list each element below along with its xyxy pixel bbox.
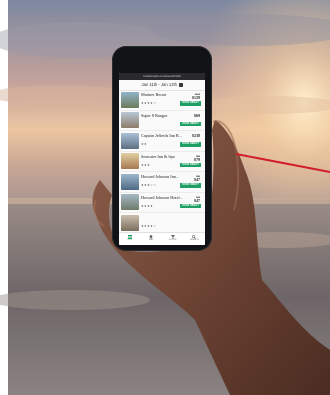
hotel-name: Seawater Inn & Spa (141, 153, 175, 159)
hotel-price: $99 $79 (194, 154, 200, 162)
tab-filter[interactable]: FILTER (162, 233, 184, 245)
hotel-price: $155 $129 (192, 93, 200, 100)
list-item[interactable]: ★★★★☆ (119, 213, 205, 234)
hotel-name: Howard Johnson Inn... (141, 174, 180, 179)
hotel-price: $56 $47 (194, 195, 200, 203)
smartphone: hoteltonight.com/search/bali Jan 11th - … (112, 46, 212, 251)
photo-scene: hoteltonight.com/search/bali Jan 11th - … (0, 0, 330, 395)
date-range-label: Jan 11th - Jan 12th (141, 82, 178, 87)
list-item[interactable]: Howard Johnson Hotel... ★★★★ $56 $47 BOOK… (119, 193, 205, 213)
book-direct-button[interactable]: BOOK DIRECT (180, 101, 201, 106)
calendar-icon (179, 83, 183, 87)
list-item[interactable]: Captain Jefferds Inn B... ★★ $238 BOOK D… (119, 131, 205, 152)
hotel-rating: ★★★ (141, 162, 151, 167)
hotel-price: $69 (194, 112, 200, 118)
list-item[interactable]: Seawater Inn & Spa ★★★ $99 $79 BOOK DIREC… (119, 152, 205, 172)
book-direct-button[interactable]: BOOK DIRECT (180, 203, 201, 208)
hotel-name: Super 8 Bangor (141, 112, 168, 118)
hotel-rating: ★★★★☆ (141, 101, 157, 105)
list-item[interactable]: Howard Johnson Inn... ★★★☆☆ $56 $47 BOOK … (119, 172, 205, 193)
hotel-rating: ★★ (141, 142, 148, 146)
url-bar: hoteltonight.com/search/bali (119, 73, 205, 80)
list-item[interactable]: Super 8 Bangor $69 BOOK DIRECT (119, 111, 205, 131)
hotel-thumbnail (121, 91, 139, 108)
hotel-thumbnail (121, 173, 139, 190)
hotel-price: $56 $47 (194, 175, 200, 182)
bottom-tab-bar: LIST MAP FILTER SEARCH (119, 232, 205, 245)
tab-search[interactable]: SEARCH (184, 233, 206, 245)
hotel-rating: ★★★★☆ (141, 224, 157, 228)
map-pin-icon (149, 234, 153, 239)
hotel-thumbnail (121, 112, 139, 128)
hotel-thumbnail (121, 194, 139, 210)
hotel-price: $238 (192, 133, 200, 138)
filter-icon (170, 234, 175, 239)
search-icon (192, 234, 197, 239)
book-direct-button[interactable]: BOOK DIRECT (180, 183, 201, 188)
hotel-name: Mariner Resort (141, 92, 167, 97)
phone-screen: hoteltonight.com/search/bali Jan 11th - … (119, 73, 205, 245)
list-item[interactable]: Mariner Resort ★★★★☆ $155 $129 BOOK DIREC… (119, 90, 205, 111)
hotel-name: Howard Johnson Hotel... (141, 194, 183, 200)
hotel-name: Captain Jefferds Inn B... (141, 133, 182, 138)
hotel-rating: ★★★☆☆ (141, 183, 157, 187)
hotel-rating: ★★★★ (141, 203, 154, 208)
book-direct-button[interactable]: BOOK DIRECT (180, 121, 201, 126)
tab-list[interactable]: LIST (119, 233, 141, 245)
book-direct-button[interactable]: BOOK DIRECT (180, 162, 201, 167)
hotel-list: Mariner Resort ★★★★☆ $155 $129 BOOK DIREC… (119, 90, 205, 234)
hotel-thumbnail (121, 132, 139, 149)
list-icon (127, 234, 132, 239)
book-direct-button[interactable]: BOOK DIRECT (180, 142, 201, 147)
tab-map[interactable]: MAP (141, 233, 163, 245)
hotel-thumbnail (121, 153, 139, 169)
hotel-thumbnail (121, 214, 139, 231)
